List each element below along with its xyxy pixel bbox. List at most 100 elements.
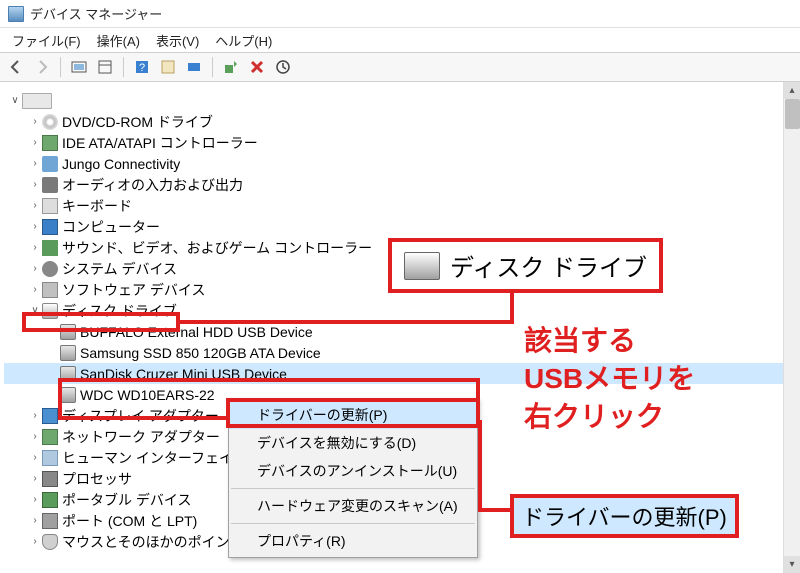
hdd-icon <box>60 324 76 340</box>
instruction-line2: USBメモリを <box>524 363 695 394</box>
category-label: ネットワーク アダプター <box>62 427 220 447</box>
category-label: ディスク ドライブ <box>62 301 177 321</box>
chip-icon <box>42 135 58 151</box>
category-label: システム デバイス <box>62 259 177 279</box>
expand-icon[interactable]: › <box>28 494 42 505</box>
toolbar-separator <box>60 57 61 77</box>
expand-icon[interactable]: › <box>28 452 42 463</box>
callout-instruction: 該当する USBメモリを 右クリック <box>524 322 695 435</box>
show-hidden-button[interactable] <box>67 55 91 79</box>
tree-root-node[interactable]: ∨ <box>4 90 796 111</box>
callout-update-label: ドライバーの更新(P) <box>522 505 727 530</box>
device-label: SanDisk Cruzer Mini USB Device <box>80 366 287 382</box>
expand-icon[interactable]: › <box>28 431 42 442</box>
tree-category[interactable]: ›オーディオの入力および出力 <box>4 174 796 195</box>
category-label: コンピューター <box>62 217 160 237</box>
context-menu: ドライバーの更新(P) デバイスを無効にする(D) デバイスのアンインストール(… <box>228 398 478 558</box>
category-label: キーボード <box>62 196 132 216</box>
expand-icon[interactable]: › <box>28 263 42 274</box>
device-label: WDC WD10EARS-22 <box>80 387 215 403</box>
expand-icon[interactable]: › <box>28 179 42 190</box>
menu-file[interactable]: ファイル(F) <box>4 29 89 52</box>
scan-hardware-button[interactable] <box>219 55 243 79</box>
menu-view[interactable]: 表示(V) <box>148 29 207 52</box>
tree-category[interactable]: › DVD/CD-ROM ドライブ <box>4 111 796 132</box>
category-label: IDE ATA/ATAPI コントローラー <box>62 133 258 153</box>
category-label: プロセッサ <box>62 469 132 489</box>
tree-category[interactable]: › キーボード <box>4 195 796 216</box>
callout-update-driver: ドライバーの更新(P) <box>510 494 739 538</box>
expand-icon[interactable]: › <box>28 410 42 421</box>
toolbar: ? <box>0 52 800 82</box>
hdd-icon <box>60 366 76 382</box>
device-label: Samsung SSD 850 120GB ATA Device <box>80 345 321 361</box>
category-label: DVD/CD-ROM ドライブ <box>62 112 213 132</box>
hdd-icon <box>60 345 76 361</box>
hid-icon <box>42 450 58 466</box>
disc-icon <box>42 114 58 130</box>
ctx-disable-device[interactable]: デバイスを無効にする(D) <box>229 429 477 457</box>
tree-category[interactable]: › IDE ATA/ATAPI コントローラー <box>4 132 796 153</box>
expand-icon[interactable]: › <box>28 137 42 148</box>
cpu-icon <box>42 471 58 487</box>
expand-icon[interactable]: › <box>28 116 42 127</box>
sound-icon <box>42 240 58 256</box>
uninstall-button[interactable] <box>245 55 269 79</box>
display-icon <box>42 408 58 424</box>
menu-action[interactable]: 操作(A) <box>89 29 148 52</box>
collapse-icon[interactable]: ∨ <box>8 95 22 106</box>
collapse-icon[interactable]: ∨ <box>28 305 42 316</box>
ctx-properties[interactable]: プロパティ(R) <box>229 527 477 555</box>
toolbar-separator <box>123 57 124 77</box>
expand-icon[interactable]: › <box>28 284 42 295</box>
callout-disk-label: ディスク ドライブ <box>450 248 647 283</box>
expand-icon[interactable]: › <box>28 200 42 211</box>
details-button[interactable] <box>93 55 117 79</box>
expand-icon[interactable]: › <box>28 158 42 169</box>
menu-help[interactable]: ヘルプ(H) <box>207 29 280 52</box>
software-icon <box>42 282 58 298</box>
drive-icon <box>404 252 440 280</box>
ctx-scan-hardware[interactable]: ハードウェア変更のスキャン(A) <box>229 492 477 520</box>
jungo-icon <box>42 156 58 172</box>
expand-icon[interactable]: › <box>28 515 42 526</box>
scroll-down-arrow[interactable]: ▾ <box>784 556 800 573</box>
ctx-separator <box>231 523 475 524</box>
title-bar: デバイス マネージャー <box>0 0 800 28</box>
expand-icon[interactable]: › <box>28 221 42 232</box>
back-button[interactable] <box>4 55 28 79</box>
forward-button[interactable] <box>30 55 54 79</box>
hdd-icon <box>60 387 76 403</box>
mouse-icon <box>42 534 58 550</box>
ctx-update-driver[interactable]: ドライバーの更新(P) <box>229 401 477 429</box>
instruction-line1: 該当する <box>524 325 636 356</box>
expand-icon[interactable]: › <box>28 242 42 253</box>
drive-icon <box>42 303 58 319</box>
help-button[interactable]: ? <box>130 55 154 79</box>
ctx-uninstall-device[interactable]: デバイスのアンインストール(U) <box>229 457 477 485</box>
update-driver-button[interactable] <box>271 55 295 79</box>
scroll-up-arrow[interactable]: ▴ <box>784 82 800 99</box>
audio-icon <box>42 177 58 193</box>
category-label: サウンド、ビデオ、およびゲーム コントローラー <box>62 238 372 258</box>
category-label: ポート (COM と LPT) <box>62 511 197 531</box>
svg-text:?: ? <box>139 62 145 74</box>
expand-icon[interactable]: › <box>28 473 42 484</box>
device-label: BUFFALO External HDD USB Device <box>80 324 313 340</box>
category-label: ポータブル デバイス <box>62 490 191 510</box>
properties-button[interactable] <box>156 55 180 79</box>
portable-icon <box>42 492 58 508</box>
callout-disk-drives: ディスク ドライブ <box>388 238 663 293</box>
computer-icon <box>22 93 52 109</box>
vertical-scrollbar[interactable]: ▴ ▾ <box>783 82 800 573</box>
tree-category-disk-drives[interactable]: ∨ ディスク ドライブ <box>4 300 796 321</box>
view-button[interactable] <box>182 55 206 79</box>
menu-bar: ファイル(F) 操作(A) 表示(V) ヘルプ(H) <box>0 28 800 52</box>
scroll-thumb[interactable] <box>785 99 800 129</box>
tree-category[interactable]: › コンピューター <box>4 216 796 237</box>
toolbar-separator <box>212 57 213 77</box>
tree-category[interactable]: ›Jungo Connectivity <box>4 153 796 174</box>
ctx-separator <box>231 488 475 489</box>
system-icon <box>42 261 58 277</box>
expand-icon[interactable]: › <box>28 536 42 547</box>
